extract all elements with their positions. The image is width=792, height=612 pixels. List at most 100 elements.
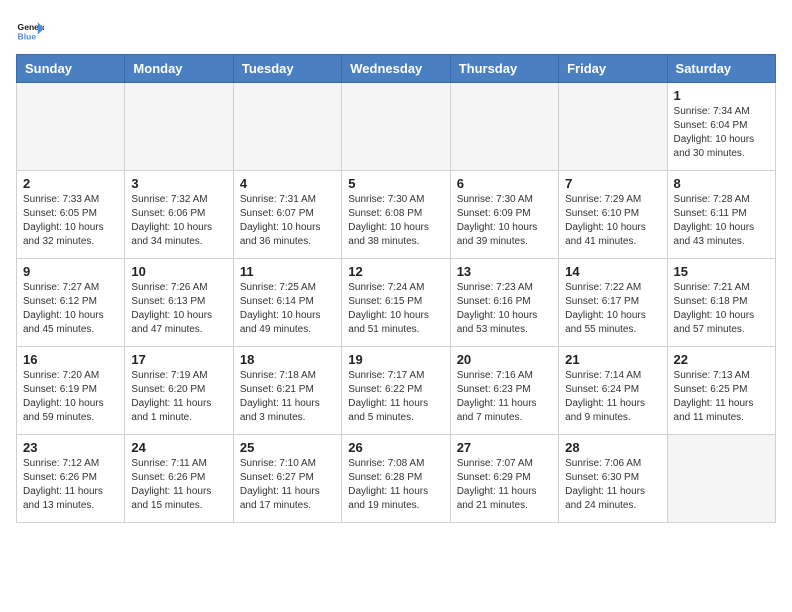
calendar: SundayMondayTuesdayWednesdayThursdayFrid… xyxy=(16,54,776,523)
calendar-cell xyxy=(233,83,341,171)
day-number: 22 xyxy=(674,352,769,367)
calendar-cell: 19Sunrise: 7:17 AM Sunset: 6:22 PM Dayli… xyxy=(342,347,450,435)
day-number: 14 xyxy=(565,264,660,279)
day-info: Sunrise: 7:17 AM Sunset: 6:22 PM Dayligh… xyxy=(348,369,443,425)
calendar-cell: 3 Sunrise: 7:32 AM Sunset: 6:06 PM Daylig… xyxy=(125,171,233,259)
day-number: 4 xyxy=(240,176,335,191)
day-info: Sunrise: 7:27 AM Sunset: 6:12 PM Dayligh… xyxy=(23,281,118,337)
day-number: 7 xyxy=(565,176,660,191)
day-number: 5 xyxy=(348,176,443,191)
calendar-week-2: 9Sunrise: 7:27 AM Sunset: 6:12 PM Daylig… xyxy=(17,259,776,347)
calendar-cell: 12 Sunrise: 7:24 AM Sunset: 6:15 PM Dayli… xyxy=(342,259,450,347)
day-number: 10 xyxy=(131,264,226,279)
logo: General Blue xyxy=(16,16,44,44)
day-info: Sunrise: 7:12 AM Sunset: 6:26 PM Dayligh… xyxy=(23,457,118,513)
calendar-cell xyxy=(559,83,667,171)
calendar-week-4: 23 Sunrise: 7:12 AM Sunset: 6:26 PM Dayli… xyxy=(17,435,776,523)
day-info: Sunrise: 7:33 AM Sunset: 6:05 PM Dayligh… xyxy=(23,193,118,249)
day-info: Sunrise: 7:18 AM Sunset: 6:21 PM Dayligh… xyxy=(240,369,335,425)
day-info: Sunrise: 7:08 AM Sunset: 6:28 PM Dayligh… xyxy=(348,457,443,513)
calendar-cell: 24 Sunrise: 7:11 AM Sunset: 6:26 PM Dayli… xyxy=(125,435,233,523)
calendar-week-3: 16 Sunrise: 7:20 AM Sunset: 6:19 PM Dayli… xyxy=(17,347,776,435)
calendar-cell: 16 Sunrise: 7:20 AM Sunset: 6:19 PM Dayli… xyxy=(17,347,125,435)
day-info: Sunrise: 7:16 AM Sunset: 6:23 PM Dayligh… xyxy=(457,369,552,425)
calendar-cell: 10 Sunrise: 7:26 AM Sunset: 6:13 PM Dayli… xyxy=(125,259,233,347)
day-info: Sunrise: 7:23 AM Sunset: 6:16 PM Dayligh… xyxy=(457,281,552,337)
day-number: 18 xyxy=(240,352,335,367)
weekday-header-wednesday: Wednesday xyxy=(342,55,450,83)
day-info: Sunrise: 7:21 AM Sunset: 6:18 PM Dayligh… xyxy=(674,281,769,337)
calendar-cell xyxy=(450,83,558,171)
calendar-cell xyxy=(125,83,233,171)
header: General Blue xyxy=(16,16,776,44)
day-info: Sunrise: 7:25 AM Sunset: 6:14 PM Dayligh… xyxy=(240,281,335,337)
calendar-cell: 6Sunrise: 7:30 AM Sunset: 6:09 PM Daylig… xyxy=(450,171,558,259)
day-number: 8 xyxy=(674,176,769,191)
calendar-week-0: 1Sunrise: 7:34 AM Sunset: 6:04 PM Daylig… xyxy=(17,83,776,171)
svg-text:Blue: Blue xyxy=(18,31,37,41)
day-info: Sunrise: 7:30 AM Sunset: 6:08 PM Dayligh… xyxy=(348,193,443,249)
calendar-cell: 14Sunrise: 7:22 AM Sunset: 6:17 PM Dayli… xyxy=(559,259,667,347)
calendar-cell: 27 Sunrise: 7:07 AM Sunset: 6:29 PM Dayli… xyxy=(450,435,558,523)
calendar-cell: 4 Sunrise: 7:31 AM Sunset: 6:07 PM Daylig… xyxy=(233,171,341,259)
day-info: Sunrise: 7:20 AM Sunset: 6:19 PM Dayligh… xyxy=(23,369,118,425)
day-info: Sunrise: 7:32 AM Sunset: 6:06 PM Dayligh… xyxy=(131,193,226,249)
day-number: 12 xyxy=(348,264,443,279)
day-info: Sunrise: 7:28 AM Sunset: 6:11 PM Dayligh… xyxy=(674,193,769,249)
day-number: 15 xyxy=(674,264,769,279)
calendar-cell: 26 Sunrise: 7:08 AM Sunset: 6:28 PM Dayli… xyxy=(342,435,450,523)
weekday-header-tuesday: Tuesday xyxy=(233,55,341,83)
calendar-cell: 9Sunrise: 7:27 AM Sunset: 6:12 PM Daylig… xyxy=(17,259,125,347)
day-number: 3 xyxy=(131,176,226,191)
day-info: Sunrise: 7:11 AM Sunset: 6:26 PM Dayligh… xyxy=(131,457,226,513)
day-info: Sunrise: 7:26 AM Sunset: 6:13 PM Dayligh… xyxy=(131,281,226,337)
day-info: Sunrise: 7:13 AM Sunset: 6:25 PM Dayligh… xyxy=(674,369,769,425)
weekday-header-row: SundayMondayTuesdayWednesdayThursdayFrid… xyxy=(17,55,776,83)
calendar-cell xyxy=(667,435,775,523)
day-number: 28 xyxy=(565,440,660,455)
weekday-header-thursday: Thursday xyxy=(450,55,558,83)
weekday-header-sunday: Sunday xyxy=(17,55,125,83)
calendar-cell: 11 Sunrise: 7:25 AM Sunset: 6:14 PM Dayli… xyxy=(233,259,341,347)
weekday-header-monday: Monday xyxy=(125,55,233,83)
calendar-cell xyxy=(17,83,125,171)
day-info: Sunrise: 7:06 AM Sunset: 6:30 PM Dayligh… xyxy=(565,457,660,513)
day-number: 13 xyxy=(457,264,552,279)
day-number: 17 xyxy=(131,352,226,367)
day-number: 20 xyxy=(457,352,552,367)
calendar-cell: 5 Sunrise: 7:30 AM Sunset: 6:08 PM Daylig… xyxy=(342,171,450,259)
calendar-cell: 23 Sunrise: 7:12 AM Sunset: 6:26 PM Dayli… xyxy=(17,435,125,523)
day-info: Sunrise: 7:07 AM Sunset: 6:29 PM Dayligh… xyxy=(457,457,552,513)
weekday-header-saturday: Saturday xyxy=(667,55,775,83)
calendar-cell: 8 Sunrise: 7:28 AM Sunset: 6:11 PM Daylig… xyxy=(667,171,775,259)
calendar-cell: 17 Sunrise: 7:19 AM Sunset: 6:20 PM Dayli… xyxy=(125,347,233,435)
calendar-cell: 1Sunrise: 7:34 AM Sunset: 6:04 PM Daylig… xyxy=(667,83,775,171)
day-number: 1 xyxy=(674,88,769,103)
day-info: Sunrise: 7:19 AM Sunset: 6:20 PM Dayligh… xyxy=(131,369,226,425)
day-number: 11 xyxy=(240,264,335,279)
logo-icon: General Blue xyxy=(16,16,44,44)
day-number: 21 xyxy=(565,352,660,367)
calendar-cell: 2 Sunrise: 7:33 AM Sunset: 6:05 PM Daylig… xyxy=(17,171,125,259)
calendar-cell: 15 Sunrise: 7:21 AM Sunset: 6:18 PM Dayli… xyxy=(667,259,775,347)
calendar-cell: 22 Sunrise: 7:13 AM Sunset: 6:25 PM Dayli… xyxy=(667,347,775,435)
day-number: 2 xyxy=(23,176,118,191)
calendar-cell: 20 Sunrise: 7:16 AM Sunset: 6:23 PM Dayli… xyxy=(450,347,558,435)
calendar-cell: 7 Sunrise: 7:29 AM Sunset: 6:10 PM Daylig… xyxy=(559,171,667,259)
day-info: Sunrise: 7:24 AM Sunset: 6:15 PM Dayligh… xyxy=(348,281,443,337)
day-number: 23 xyxy=(23,440,118,455)
day-number: 26 xyxy=(348,440,443,455)
calendar-cell: 13 Sunrise: 7:23 AM Sunset: 6:16 PM Dayli… xyxy=(450,259,558,347)
calendar-cell: 28 Sunrise: 7:06 AM Sunset: 6:30 PM Dayli… xyxy=(559,435,667,523)
calendar-week-1: 2 Sunrise: 7:33 AM Sunset: 6:05 PM Daylig… xyxy=(17,171,776,259)
day-number: 27 xyxy=(457,440,552,455)
day-number: 24 xyxy=(131,440,226,455)
day-info: Sunrise: 7:29 AM Sunset: 6:10 PM Dayligh… xyxy=(565,193,660,249)
calendar-cell xyxy=(342,83,450,171)
calendar-cell: 25 Sunrise: 7:10 AM Sunset: 6:27 PM Dayli… xyxy=(233,435,341,523)
day-info: Sunrise: 7:31 AM Sunset: 6:07 PM Dayligh… xyxy=(240,193,335,249)
day-number: 16 xyxy=(23,352,118,367)
calendar-cell: 18 Sunrise: 7:18 AM Sunset: 6:21 PM Dayli… xyxy=(233,347,341,435)
day-number: 25 xyxy=(240,440,335,455)
day-info: Sunrise: 7:10 AM Sunset: 6:27 PM Dayligh… xyxy=(240,457,335,513)
